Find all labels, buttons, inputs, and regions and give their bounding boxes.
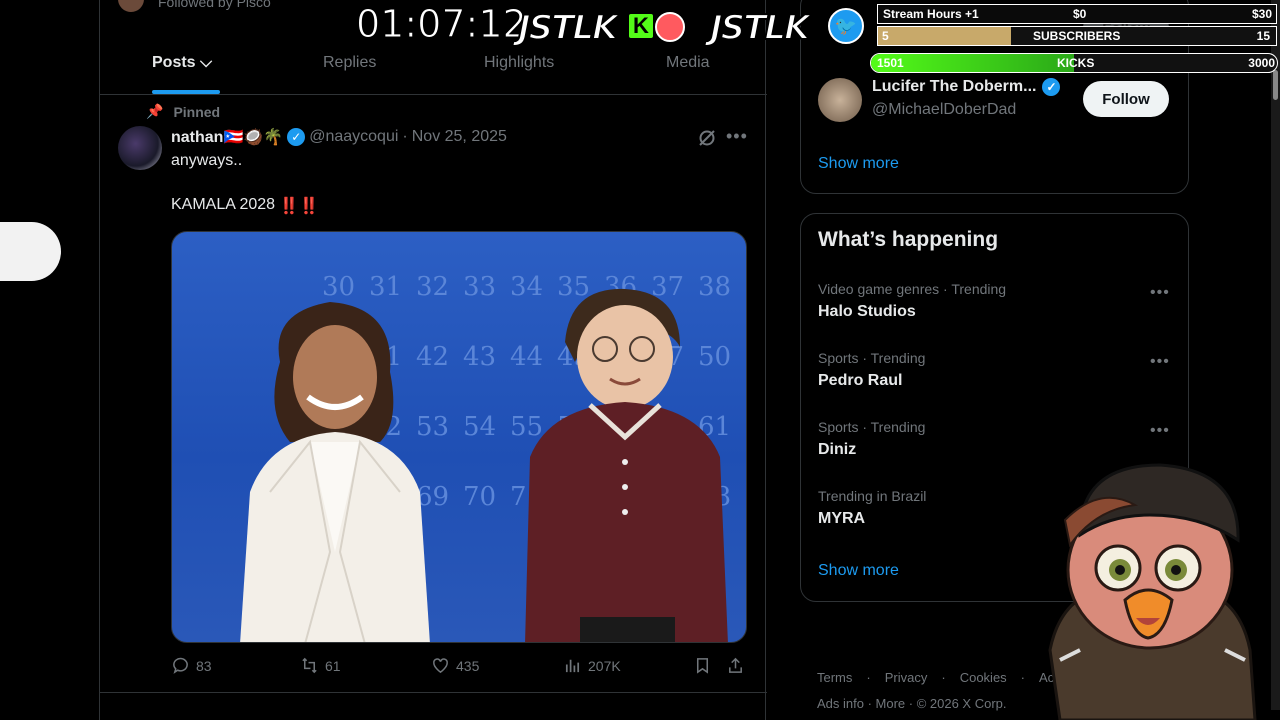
pinned-label: Pinned: [173, 103, 221, 120]
post-actions: 83 61 435 207K: [171, 656, 747, 680]
show-more-link[interactable]: Show more: [818, 155, 899, 173]
stream-hours-goal: $30: [1251, 7, 1272, 21]
repost-button[interactable]: 61: [300, 656, 341, 675]
suggested-user-avatar[interactable]: [818, 78, 862, 122]
repost-count: 61: [325, 657, 341, 674]
trend-meta: Video game genres · Trending: [818, 281, 1007, 297]
whats-happening-title: What’s happening: [818, 228, 999, 251]
footer-privacy-link[interactable]: Privacy: [885, 670, 928, 685]
post-text-line: KAMALA 2028 ‼️‼️: [171, 196, 319, 216]
author-name[interactable]: nathan🇵🇷🥥🌴: [171, 127, 283, 147]
post-image[interactable]: 3031323334353637384041424344454647505152…: [171, 231, 747, 643]
suggested-user-name-row[interactable]: Lucifer The Doberm... ✓: [872, 78, 1061, 96]
person-left-figure: [240, 302, 430, 642]
stream-hours-bar: Stream Hours +1 $0 $30: [877, 4, 1277, 24]
double-exclamation-emoji: ‼️‼️: [279, 198, 319, 215]
subscribers-label: SUBSCRIBERS: [1033, 29, 1121, 43]
jstlk-logo-twitter: JSTLK: [709, 7, 811, 49]
post-date[interactable]: Nov 25, 2025: [412, 128, 507, 146]
backdrop-number: 54: [463, 412, 497, 442]
bookmark-button[interactable]: [693, 656, 712, 675]
stream-hours-current: $0: [1073, 7, 1087, 21]
views-count: 207K: [588, 657, 621, 674]
verified-badge-icon: ✓: [287, 128, 306, 146]
backdrop-number: 33: [463, 272, 497, 302]
share-icon: [729, 657, 742, 673]
divider: [100, 94, 767, 95]
show-more-link[interactable]: Show more: [818, 562, 899, 580]
streamer-owl-mascot: [1048, 463, 1257, 720]
verified-badge-icon: ✓: [1042, 78, 1061, 96]
grok-icon[interactable]: [697, 128, 717, 148]
scrollbar[interactable]: [1271, 0, 1280, 710]
kicks-bar: 1501 KICKS 3000: [870, 53, 1278, 73]
trend-more-icon[interactable]: •••: [1150, 422, 1170, 440]
tab-posts[interactable]: Posts ⌵: [152, 54, 212, 72]
subscribers-count: 5: [882, 29, 889, 43]
like-button[interactable]: 435: [431, 656, 479, 675]
separator-dot: ·: [402, 128, 408, 145]
footer-terms-link[interactable]: Terms: [817, 670, 852, 685]
jstlk-logo-kick: JSTLK: [517, 7, 619, 49]
kicks-label: KICKS: [1057, 56, 1095, 70]
repost-icon: [302, 657, 317, 674]
author-handle[interactable]: @naaycoqui: [309, 128, 398, 146]
tab-replies[interactable]: Replies: [323, 54, 376, 72]
tab-posts-label: Posts: [152, 54, 196, 71]
trend-more-icon[interactable]: •••: [1150, 353, 1170, 371]
reply-button[interactable]: 83: [171, 656, 212, 675]
subscribers-bar: 5 SUBSCRIBERS 15: [877, 26, 1277, 46]
tab-media[interactable]: Media: [666, 54, 710, 72]
divider: [100, 692, 767, 693]
footer-line-2: Ads info · More · © 2026 X Corp.: [817, 696, 1007, 711]
post-text-headline: KAMALA 2028: [171, 196, 276, 213]
views-button[interactable]: 207K: [563, 656, 621, 675]
post-header: nathan🇵🇷🥥🌴 ✓ @naaycoqui · Nov 25, 2025: [171, 126, 507, 148]
trend-meta: Sports · Trending: [818, 350, 926, 366]
trend-meta: Sports · Trending: [818, 419, 926, 435]
reply-count: 83: [196, 657, 212, 674]
stream-hours-label: Stream Hours +1: [883, 7, 979, 21]
kicks-count: 1501: [877, 56, 904, 70]
person-right-figure: [525, 288, 728, 642]
follow-button[interactable]: Follow: [1083, 81, 1169, 117]
trend-name[interactable]: Pedro Raul: [818, 372, 902, 390]
reply-icon: [173, 657, 188, 674]
side-panel-tab[interactable]: [0, 222, 61, 281]
pin-icon: 📌: [146, 103, 164, 119]
backdrop-number: 43: [463, 342, 497, 372]
trend-meta: Trending in Brazil: [818, 488, 927, 504]
footer-cookies-link[interactable]: Cookies: [960, 670, 1007, 685]
suggested-user-handle[interactable]: @MichaelDoberDad: [872, 101, 1016, 119]
bookmark-icon: [696, 658, 709, 674]
timeline-column: Followed by Pisco Posts ⌵ Replies Highli…: [99, 0, 767, 720]
share-button[interactable]: [726, 656, 745, 675]
trend-name[interactable]: Halo Studios: [818, 303, 916, 321]
trend-more-icon[interactable]: •••: [1150, 284, 1170, 302]
heart-icon: [433, 658, 448, 674]
more-options-icon[interactable]: •••: [726, 126, 748, 147]
backdrop-number: 70: [463, 482, 497, 512]
chevron-down-icon: ⌵: [200, 54, 213, 71]
like-count: 435: [456, 657, 480, 674]
followed-by-text[interactable]: Followed by Pisco: [158, 0, 271, 10]
twitter-bird-icon: 🐦: [828, 8, 864, 44]
record-icon: [655, 12, 685, 42]
stream-timer: 01:07:12: [356, 2, 528, 47]
suggested-user-name: Lucifer The Doberm...: [872, 78, 1037, 95]
follower-avatar[interactable]: [118, 0, 144, 12]
kicks-goal: 3000: [1248, 56, 1275, 70]
subscribers-progress-fill: [878, 27, 1011, 45]
subscribers-goal: 15: [1256, 29, 1270, 43]
views-chart-icon: [565, 659, 580, 673]
author-avatar[interactable]: [118, 126, 162, 170]
kick-logo-icon: K: [627, 12, 655, 40]
trend-name[interactable]: MYRA: [818, 510, 865, 528]
pinned-indicator: 📌 Pinned: [146, 103, 220, 120]
scrollbar-thumb[interactable]: [1273, 70, 1278, 100]
post-text-line: anyways..: [171, 152, 243, 169]
tab-highlights[interactable]: Highlights: [484, 54, 554, 72]
trend-name[interactable]: Diniz: [818, 441, 856, 459]
